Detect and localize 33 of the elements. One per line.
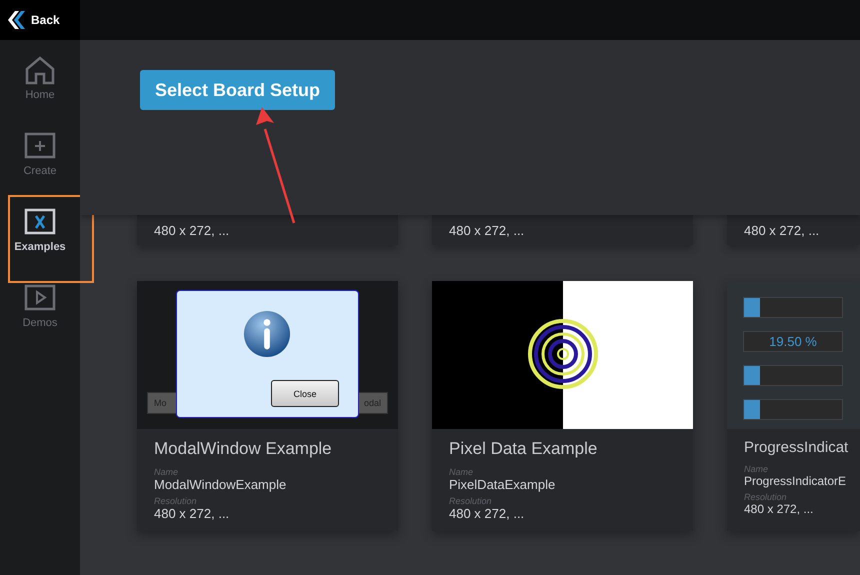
resolution-label: Resolution: [449, 496, 493, 506]
card-title: Pixel Data Example: [449, 439, 598, 459]
resolution-value: 480 x 272, ...: [449, 222, 524, 238]
close-button: Close: [271, 380, 339, 407]
plus-icon: [24, 131, 56, 161]
nav-item[interactable]: Examples: [0, 192, 80, 268]
back-button[interactable]: Back: [0, 0, 80, 40]
back-icon: [6, 10, 26, 30]
example-card[interactable]: Pixel Data Example Name PixelDataExample Resolution 480 x 272, ...: [432, 281, 693, 531]
name-label: Name: [744, 464, 770, 474]
percent-readout: 19.50 %: [743, 331, 843, 352]
resolution-value: 480 x 272, ...: [154, 506, 230, 521]
resolution-value: 480 x 272, ...: [449, 506, 524, 521]
resolution-value: 480 x 272, ...: [744, 502, 814, 516]
example-card[interactable]: 19.50 % ProgressIndicat Name ProgressIndicatorE Resolution 480 x 272, ...: [727, 281, 860, 531]
home-icon: [24, 55, 56, 85]
example-card[interactable]: 480 x 272, ...: [727, 215, 860, 245]
name-label: Name: [154, 467, 180, 477]
name-label: Name: [449, 467, 474, 477]
resolution-label: Resolution: [744, 492, 788, 502]
card-title: ModalWindow Example: [154, 439, 332, 459]
play-icon: [24, 283, 56, 313]
name-value: ProgressIndicatorE: [744, 474, 846, 488]
resolution-label: Resolution: [154, 496, 198, 506]
example-card[interactable]: 480 x 272, ...: [432, 215, 693, 245]
name-value: ModalWindowExample: [154, 477, 286, 492]
resolution-value: 480 x 272, ...: [154, 222, 230, 238]
example-card[interactable]: 480 x 272, ...: [137, 215, 398, 245]
info-icon: [243, 310, 291, 358]
card-title: ProgressIndicat: [744, 439, 848, 456]
x-logo-icon: [24, 207, 56, 237]
name-value: PixelDataExample: [449, 477, 556, 492]
resolution-value: 480 x 272, ...: [744, 222, 820, 238]
